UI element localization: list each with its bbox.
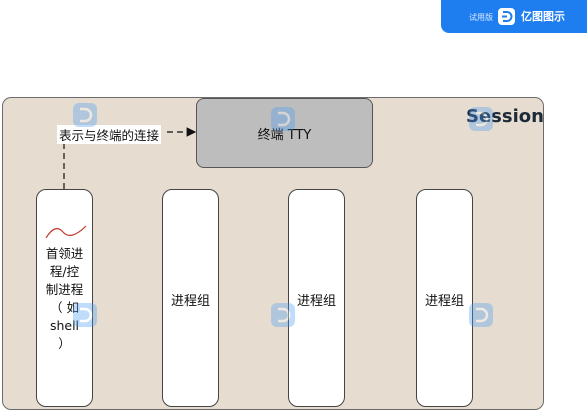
process-group-label: 进程组 — [170, 294, 210, 309]
watermark-logo-icon — [271, 303, 295, 327]
watermark-logo-icon — [73, 303, 97, 327]
watermark-logo-icon — [469, 303, 493, 327]
leader-line: 首领进 — [45, 246, 84, 261]
watermark-logo-icon — [73, 103, 97, 127]
leader-line: 制进程 — [45, 282, 84, 297]
process-group-label: 进程组 — [424, 294, 464, 309]
watermark-logo-icon — [469, 107, 493, 131]
leader-line: 程/控 — [49, 264, 80, 279]
leader-line: ） — [58, 336, 71, 351]
watermark-logo-icon — [271, 107, 295, 131]
session-leader-label: 首领进 程/控 制进程 （ 如 shell ） — [36, 245, 93, 353]
squiggle-icon — [45, 225, 87, 239]
